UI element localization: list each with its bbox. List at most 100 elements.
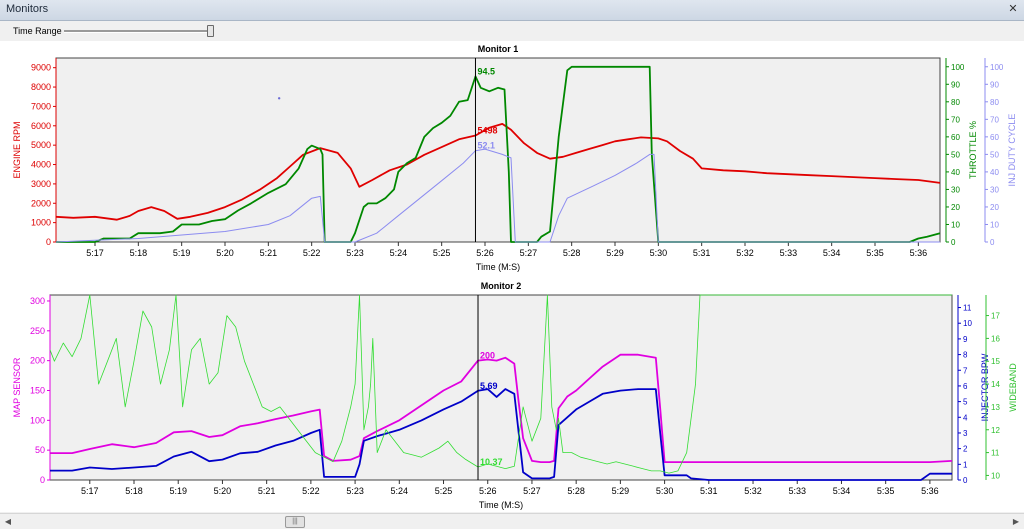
cursor-value-label: 10.37 (480, 457, 503, 467)
y-tick-label: 70 (990, 115, 999, 124)
y-tick-label: 30 (990, 185, 999, 194)
y-tick-label: 40 (990, 168, 999, 177)
x-axis-label: Time (M:S) (476, 262, 520, 272)
y-tick-label: 1000 (31, 218, 51, 228)
y-axis-label: THROTTLE % (968, 121, 978, 179)
y-tick-label: 150 (30, 385, 45, 395)
y-tick-label: 20 (990, 203, 999, 212)
y-tick-label: 7000 (31, 101, 51, 111)
time-range-slider-thumb[interactable] (207, 25, 214, 37)
y-tick-label: 12 (991, 426, 1000, 435)
cursor-value-label: 200 (480, 351, 495, 361)
y-tick-label: 300 (30, 296, 45, 306)
monitor-chart-1: Monitor 1 5:17 5:18 5:19 5:20 5:21 5:22 5:23 5:2… (12, 44, 1017, 272)
time-range-slider[interactable] (64, 30, 210, 33)
x-tick-label: 5:20 (216, 248, 234, 258)
x-tick-label: 5:22 (302, 486, 320, 496)
y-tick-label: 100 (951, 63, 965, 72)
y-tick-label: 10 (963, 319, 972, 328)
y-tick-label: 4 (963, 413, 968, 422)
y-tick-label: 50 (990, 150, 999, 159)
y-tick-label: 6 (963, 382, 968, 391)
x-tick-label: 5:24 (391, 486, 409, 496)
scroll-left-icon[interactable]: ◀ (2, 516, 14, 527)
y-tick-label: 8 (963, 351, 968, 360)
x-tick-label: 5:28 (563, 248, 581, 258)
x-tick-label: 5:31 (693, 248, 711, 258)
y-tick-label: 15 (991, 357, 1000, 366)
y-tick-label: 50 (35, 445, 45, 455)
y-tick-label: 2 (963, 445, 968, 454)
y-tick-label: 0 (951, 238, 956, 247)
y-tick-label: 100 (990, 63, 1004, 72)
x-tick-label: 5:36 (910, 248, 928, 258)
scrollbar-thumb[interactable]: ||| (285, 516, 305, 528)
x-tick-label: 5:35 (866, 248, 884, 258)
x-tick-label: 5:33 (780, 248, 798, 258)
y-tick-label: 70 (951, 115, 960, 124)
monitors-chart-area: Monitor 1 5:17 5:18 5:19 5:20 5:21 5:22 5:23 5:2… (0, 41, 1024, 512)
y-tick-label: 80 (951, 98, 960, 107)
series-marker (277, 97, 281, 100)
y-tick-label: 250 (30, 326, 45, 336)
x-tick-label: 5:17 (86, 248, 104, 258)
y-tick-label: 7 (963, 366, 968, 375)
y-tick-label: 16 (991, 334, 1000, 343)
x-tick-label: 5:18 (130, 248, 148, 258)
x-tick-label: 5:33 (788, 486, 806, 496)
y-tick-label: 50 (951, 150, 960, 159)
x-tick-label: 5:30 (650, 248, 668, 258)
monitors-charts-svg: Monitor 1 5:17 5:18 5:19 5:20 5:21 5:22 5:23 5:2… (12, 44, 1018, 510)
x-tick-label: 5:25 (435, 486, 453, 496)
y-tick-label: 1 (963, 460, 968, 469)
y-tick-label: 3 (963, 429, 968, 438)
x-tick-label: 5:31 (700, 486, 718, 496)
y-tick-label: 9 (963, 335, 968, 344)
y-tick-label: 80 (990, 98, 999, 107)
x-tick-label: 5:27 (520, 248, 538, 258)
cursor-value-label: 52.1 (477, 141, 495, 151)
y-tick-label: 40 (951, 168, 960, 177)
y-tick-label: 9000 (31, 63, 51, 73)
y-tick-label: 100 (30, 415, 45, 425)
x-tick-label: 5:21 (260, 248, 278, 258)
y-tick-label: 17 (991, 312, 1000, 321)
x-tick-label: 5:24 (390, 248, 408, 258)
scroll-right-icon[interactable]: ▶ (1010, 516, 1022, 527)
x-tick-label: 5:20 (214, 486, 232, 496)
y-tick-label: 11 (991, 449, 1000, 458)
x-tick-label: 5:29 (606, 248, 624, 258)
y-axis-label: MAP SENSOR (12, 357, 22, 417)
x-tick-label: 5:30 (656, 486, 674, 496)
title-bar: Monitors ✕ (0, 0, 1024, 21)
y-tick-label: 2000 (31, 198, 51, 208)
y-tick-label: 3000 (31, 179, 51, 189)
y-tick-label: 6000 (31, 121, 51, 131)
y-tick-label: 0 (990, 238, 995, 247)
y-axis-label: INJ DUTY CYCLE (1007, 114, 1017, 187)
x-tick-label: 5:34 (823, 248, 841, 258)
y-tick-label: 8000 (31, 82, 51, 92)
y-tick-label: 10 (951, 220, 960, 229)
cursor-value-label: 5.69 (480, 381, 498, 391)
y-tick-label: 90 (990, 80, 999, 89)
x-tick-label: 5:27 (523, 486, 541, 496)
monitor-chart-2: Monitor 2 5:17 5:18 5:19 5:20 5:21 5:22 5:23 5:2… (12, 281, 1018, 510)
chart-title: Monitor 1 (478, 44, 519, 54)
x-tick-label: 5:28 (567, 486, 585, 496)
x-tick-label: 5:26 (479, 486, 497, 496)
close-icon[interactable]: ✕ (1006, 3, 1020, 16)
x-tick-label: 5:23 (346, 248, 364, 258)
x-tick-label: 5:36 (921, 486, 939, 496)
x-axis-label: Time (M:S) (479, 500, 523, 510)
x-tick-label: 5:19 (169, 486, 187, 496)
window-title: Monitors (6, 3, 49, 15)
x-tick-label: 5:32 (736, 248, 754, 258)
x-tick-label: 5:26 (476, 248, 494, 258)
y-tick-label: 5 (963, 398, 968, 407)
x-tick-label: 5:22 (303, 248, 321, 258)
horizontal-scrollbar[interactable]: ◀ ||| ▶ (0, 513, 1024, 529)
y-axis-label: WIDEBAND (1008, 363, 1018, 412)
y-tick-label: 200 (30, 356, 45, 366)
y-tick-label: 0 (40, 475, 45, 485)
